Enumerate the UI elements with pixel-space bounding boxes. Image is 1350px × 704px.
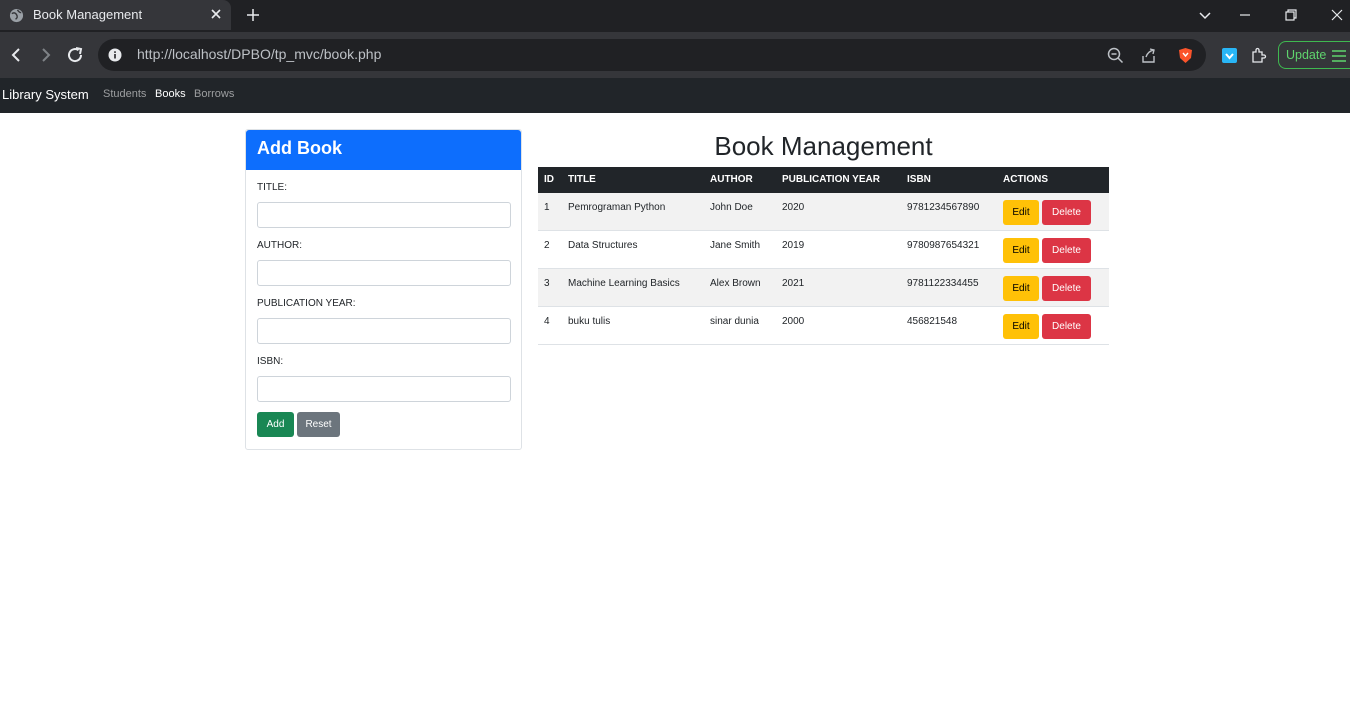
cell-isbn: 9780987654321	[907, 240, 980, 251]
table-row: 1 Pemrograman Python John Doe 2020 97812…	[538, 193, 1109, 231]
cell-year: 2021	[782, 278, 805, 289]
column-header-title: TITLE	[568, 174, 596, 185]
column-header-actions: ACTIONS	[1003, 174, 1048, 185]
edit-button[interactable]: Edit	[1003, 276, 1039, 301]
table-row: 4 buku tulis sinar dunia 2000 456821548 …	[538, 307, 1109, 345]
cell-isbn: 9781234567890	[907, 202, 980, 213]
edit-button[interactable]: Edit	[1003, 238, 1039, 263]
zoom-icon[interactable]	[1107, 47, 1124, 64]
cell-title: buku tulis	[568, 316, 611, 327]
forward-icon[interactable]	[37, 46, 55, 64]
cell-id: 1	[544, 202, 550, 213]
tab-title: Book Management	[33, 7, 143, 22]
publication-year-label: PUBLICATION YEAR:	[257, 298, 356, 309]
url-text: http://localhost/DPBO/tp_mvc/book.php	[137, 46, 382, 62]
cell-author: Alex Brown	[710, 278, 761, 289]
chevron-down-icon[interactable]	[1198, 8, 1212, 22]
isbn-input[interactable]	[257, 376, 511, 402]
column-header-publication-year: PUBLICATION YEAR	[782, 174, 880, 185]
table-header: ID TITLE AUTHOR PUBLICATION YEAR ISBN AC…	[538, 167, 1109, 193]
nav-link-borrows[interactable]: Borrows	[194, 88, 234, 100]
add-button[interactable]: Add	[257, 412, 294, 437]
table-row: 3 Machine Learning Basics Alex Brown 202…	[538, 269, 1109, 307]
cell-year: 2019	[782, 240, 805, 251]
cell-id: 2	[544, 240, 550, 251]
delete-button[interactable]: Delete	[1042, 276, 1091, 301]
menu-icon	[1332, 50, 1346, 62]
author-input[interactable]	[257, 260, 511, 286]
window-close-icon[interactable]	[1330, 8, 1344, 22]
cell-id: 3	[544, 278, 550, 289]
update-button[interactable]: Update	[1278, 41, 1350, 69]
card-title: Add Book	[257, 138, 342, 158]
cell-isbn: 456821548	[907, 316, 958, 327]
publication-year-input[interactable]	[257, 318, 511, 344]
column-header-author: AUTHOR	[710, 174, 753, 185]
new-tab-icon[interactable]	[245, 7, 261, 23]
cell-year: 2000	[782, 316, 805, 327]
author-label: AUTHOR:	[257, 240, 302, 251]
page-title: Book Management	[714, 131, 933, 161]
isbn-label: ISBN:	[257, 356, 284, 367]
delete-button[interactable]: Delete	[1042, 200, 1091, 225]
column-header-isbn: ISBN	[907, 174, 931, 185]
browser-tab-bar: Book Management	[0, 0, 1350, 32]
column-header-id: ID	[544, 174, 554, 185]
globe-icon	[9, 8, 24, 23]
puzzle-icon[interactable]	[1250, 47, 1267, 64]
cell-id: 4	[544, 316, 550, 327]
back-icon[interactable]	[7, 46, 25, 64]
brave-shield-icon[interactable]	[1177, 47, 1194, 64]
update-label: Update	[1286, 48, 1327, 62]
nav-link-students[interactable]: Students	[103, 88, 146, 100]
address-bar[interactable]: http://localhost/DPBO/tp_mvc/book.php	[98, 39, 1206, 71]
cell-author: sinar dunia	[710, 316, 759, 327]
cell-isbn: 9781122334455	[907, 278, 979, 289]
reload-icon[interactable]	[66, 46, 84, 64]
card-header: Add Book	[246, 130, 521, 170]
app-navbar: Library System Students Books Borrows	[0, 78, 1350, 113]
edit-button[interactable]: Edit	[1003, 314, 1039, 339]
title-label: TITLE:	[257, 182, 288, 193]
cell-title: Data Structures	[568, 240, 638, 251]
share-icon[interactable]	[1140, 47, 1157, 64]
cell-title: Machine Learning Basics	[568, 278, 680, 289]
edit-button[interactable]: Edit	[1003, 200, 1039, 225]
cell-author: John Doe	[710, 202, 753, 213]
browser-tab[interactable]: Book Management	[0, 0, 231, 30]
table-row: 2 Data Structures Jane Smith 2019 978098…	[538, 231, 1109, 269]
cell-year: 2020	[782, 202, 805, 213]
add-book-card: Add Book TITLE: AUTHOR: PUBLICATION YEAR…	[245, 129, 522, 450]
reset-button[interactable]: Reset	[297, 412, 340, 437]
nav-link-books[interactable]: Books	[155, 88, 186, 100]
minimize-icon[interactable]	[1238, 8, 1252, 22]
browser-toolbar: http://localhost/DPBO/tp_mvc/book.php Up…	[0, 32, 1350, 78]
close-icon[interactable]	[209, 7, 223, 21]
extension-icon[interactable]	[1221, 47, 1238, 64]
navbar-brand[interactable]: Library System	[2, 87, 89, 102]
info-icon[interactable]	[108, 48, 122, 62]
cell-title: Pemrograman Python	[568, 202, 666, 213]
delete-button[interactable]: Delete	[1042, 238, 1091, 263]
cell-author: Jane Smith	[710, 240, 761, 251]
title-input[interactable]	[257, 202, 511, 228]
delete-button[interactable]: Delete	[1042, 314, 1091, 339]
restore-icon[interactable]	[1284, 8, 1298, 22]
